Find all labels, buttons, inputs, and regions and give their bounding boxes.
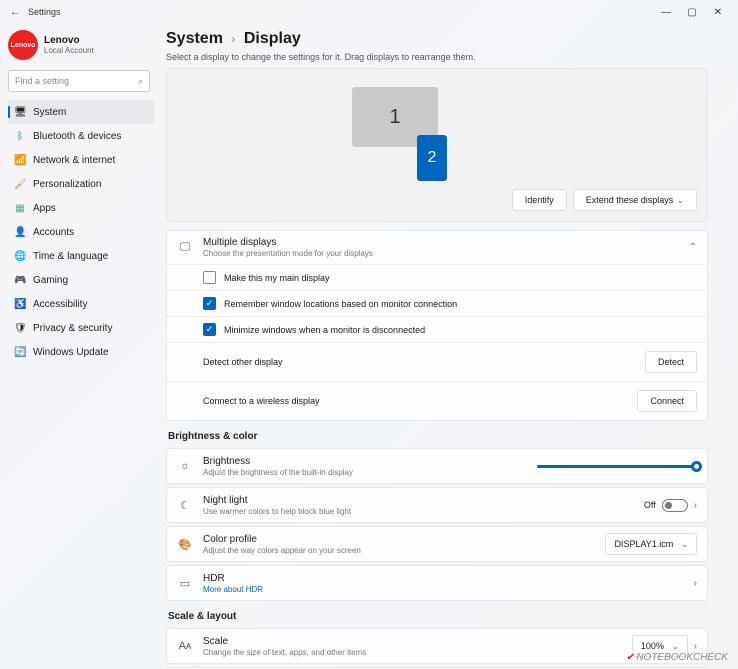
- brightness-icon: ☼: [177, 460, 193, 472]
- chevron-down-icon: ⌄: [677, 196, 684, 205]
- sidebar-item-accessibility[interactable]: ♿Accessibility: [8, 292, 154, 316]
- brightness-slider[interactable]: [537, 465, 697, 468]
- scale-icon: Aᴀ: [177, 640, 193, 652]
- chevron-right-icon[interactable]: ›: [694, 578, 697, 589]
- account-block[interactable]: Lenovo Lenovo Local Account: [8, 30, 154, 60]
- extend-dropdown[interactable]: Extend these displays⌄: [573, 189, 697, 211]
- search-input[interactable]: Find a setting ⌕: [8, 70, 150, 92]
- chevron-down-icon: ⌄: [681, 540, 688, 549]
- watermark: ✔ NOTEBOOKCHECK: [626, 652, 728, 663]
- sidebar-item-gaming[interactable]: 🎮Gaming: [8, 268, 154, 292]
- brightness-row: ☼ Brightness Adjust the brightness of th…: [166, 448, 708, 484]
- bluetooth-icon: ᛒ: [14, 131, 26, 142]
- chevron-down-icon: ⌄: [672, 642, 679, 651]
- main-content: System › Display Select a display to cha…: [160, 24, 738, 669]
- hdr-row[interactable]: ▭ HDR More about HDR ›: [166, 565, 708, 601]
- minimize-row[interactable]: ✓ Minimize windows when a monitor is dis…: [167, 317, 707, 343]
- make-main-row[interactable]: Make this my main display: [167, 265, 707, 291]
- gaming-icon: 🎮: [14, 275, 26, 286]
- account-name: Lenovo: [44, 35, 94, 46]
- accessibility-icon: ♿: [14, 299, 26, 310]
- shield-icon: ✔: [626, 652, 634, 663]
- apps-icon: ▦: [14, 203, 26, 214]
- breadcrumb-current: Display: [244, 30, 301, 47]
- color-profile-icon: 🎨: [177, 538, 193, 551]
- back-button[interactable]: ←: [6, 7, 24, 18]
- connect-button[interactable]: Connect: [637, 390, 697, 412]
- monitors-icon: 🖵: [177, 241, 193, 254]
- search-placeholder: Find a setting: [15, 76, 69, 86]
- minimize-checkbox[interactable]: ✓: [203, 323, 216, 336]
- wireless-row: Connect to a wireless display Connect: [167, 382, 707, 420]
- personalization-icon: 🖌: [14, 179, 26, 190]
- window-title: Settings: [28, 7, 61, 17]
- accounts-icon: 👤: [14, 227, 26, 238]
- sidebar-item-personalization[interactable]: 🖌Personalization: [8, 172, 154, 196]
- multiple-displays-card: 🖵 Multiple displays Choose the presentat…: [166, 230, 708, 421]
- multiple-displays-header[interactable]: 🖵 Multiple displays Choose the presentat…: [167, 231, 707, 265]
- make-main-checkbox[interactable]: [203, 271, 216, 284]
- hdr-link[interactable]: More about HDR: [203, 585, 684, 594]
- detect-button[interactable]: Detect: [645, 351, 697, 373]
- sidebar-item-accounts[interactable]: 👤Accounts: [8, 220, 154, 244]
- page-subtitle: Select a display to change the settings …: [166, 52, 708, 62]
- avatar: Lenovo: [8, 30, 38, 60]
- chevron-up-icon[interactable]: ⌃: [689, 242, 697, 253]
- update-icon: 🔄: [14, 347, 26, 358]
- sidebar-item-network[interactable]: 📶Network & internet: [8, 148, 154, 172]
- remember-row[interactable]: ✓ Remember window locations based on mon…: [167, 291, 707, 317]
- display-2[interactable]: 2: [417, 135, 447, 181]
- detect-row: Detect other display Detect: [167, 343, 707, 382]
- sidebar: Lenovo Lenovo Local Account Find a setti…: [0, 24, 160, 669]
- close-button[interactable]: ✕: [710, 4, 726, 20]
- night-light-toggle[interactable]: [662, 499, 688, 512]
- breadcrumb: System › Display: [166, 30, 708, 48]
- chevron-right-icon: ›: [227, 32, 239, 46]
- search-icon: ⌕: [138, 76, 143, 87]
- sidebar-item-apps[interactable]: ▦Apps: [8, 196, 154, 220]
- time-icon: 🌐: [14, 251, 26, 262]
- chevron-right-icon[interactable]: ›: [694, 641, 697, 652]
- brightness-section-header: Brightness & color: [168, 431, 708, 442]
- chevron-right-icon[interactable]: ›: [694, 500, 697, 511]
- hdr-icon: ▭: [177, 577, 193, 590]
- sidebar-item-time[interactable]: 🌐Time & language: [8, 244, 154, 268]
- night-light-icon: ☾: [177, 499, 193, 512]
- scale-section-header: Scale & layout: [168, 611, 708, 622]
- network-icon: 📶: [14, 155, 26, 166]
- display-canvas[interactable]: 1 2: [177, 79, 697, 189]
- privacy-icon: 🛡: [14, 323, 26, 334]
- sidebar-item-privacy[interactable]: 🛡Privacy & security: [8, 316, 154, 340]
- maximize-button[interactable]: ▢: [684, 4, 700, 20]
- color-profile-row[interactable]: 🎨 Color profile Adjust the way colors ap…: [166, 526, 708, 562]
- identify-button[interactable]: Identify: [512, 189, 567, 211]
- remember-checkbox[interactable]: ✓: [203, 297, 216, 310]
- account-sub: Local Account: [44, 46, 94, 55]
- color-profile-dropdown[interactable]: DISPLAY1.icm⌄: [605, 533, 697, 555]
- system-icon: 🖥: [14, 107, 26, 118]
- display-arrangement-panel: 1 2 Identify Extend these displays⌄: [166, 68, 708, 222]
- minimize-button[interactable]: —: [658, 4, 674, 20]
- sidebar-item-bluetooth[interactable]: ᛒBluetooth & devices: [8, 124, 154, 148]
- sidebar-item-update[interactable]: 🔄Windows Update: [8, 340, 154, 364]
- breadcrumb-parent[interactable]: System: [166, 30, 223, 47]
- titlebar: ← Settings — ▢ ✕: [0, 0, 738, 24]
- night-light-row[interactable]: ☾ Night light Use warmer colors to help …: [166, 487, 708, 523]
- sidebar-item-system[interactable]: 🖥System: [8, 100, 154, 124]
